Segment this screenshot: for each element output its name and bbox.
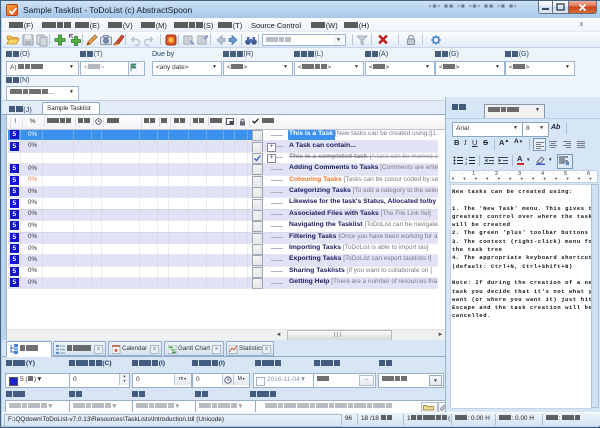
- svg-text:2: 2: [465, 161, 468, 165]
